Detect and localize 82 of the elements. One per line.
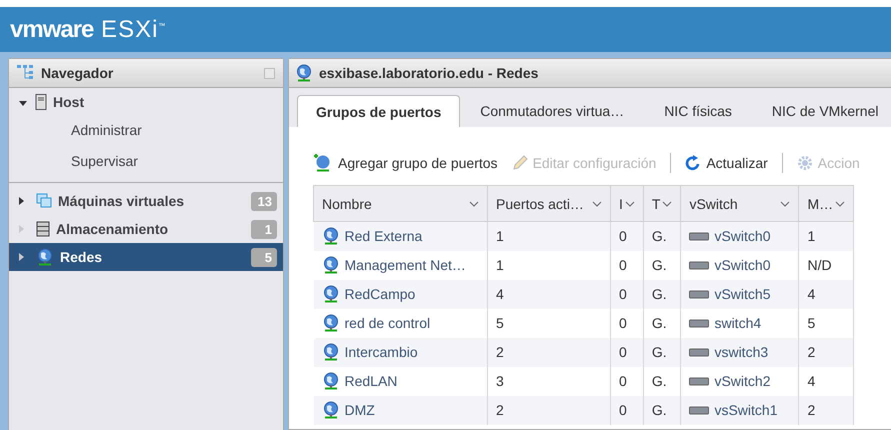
switch-icon [689, 232, 710, 241]
chevron-icon [780, 200, 790, 206]
network-icon [36, 248, 54, 266]
refresh-icon [685, 155, 702, 171]
network-icon [295, 64, 313, 82]
table-cell: G. [643, 396, 681, 424]
table-cell: RedCampo [314, 280, 488, 308]
network-icon [322, 372, 340, 390]
collapse-icon[interactable] [19, 100, 27, 106]
column-header[interactable]: T [643, 186, 681, 222]
table-cell: vswitch3 [680, 338, 799, 366]
server-icon [35, 94, 47, 110]
navigator-item[interactable]: Almacenamiento 1 [9, 215, 283, 243]
count-badge: 1 [251, 220, 277, 238]
count-badge: 13 [251, 192, 277, 210]
tab[interactable]: Grupos de puertos [297, 95, 460, 127]
tree-icon [17, 65, 35, 81]
column-header[interactable]: vSwitch [680, 186, 799, 222]
chevron-icon [835, 200, 846, 206]
table-cell: 2 [488, 338, 610, 366]
table-cell: 2 [798, 396, 854, 424]
switch-icon [689, 318, 710, 328]
column-header[interactable]: M… [798, 186, 854, 222]
table-cell: 4 [798, 280, 854, 308]
navigator-label: Máquinas virtuales [58, 193, 184, 209]
chevron-icon [662, 200, 672, 206]
network-icon [322, 285, 340, 303]
table-cell: Intercambio [314, 338, 488, 366]
table-cell: 2 [798, 338, 854, 366]
navigator-item[interactable]: Redes 5 [9, 243, 283, 271]
table-cell: vsSwitch1 [680, 396, 799, 424]
tab[interactable]: Conmutadores virtua… [460, 95, 644, 127]
tab[interactable]: NIC de VMkernel [752, 95, 891, 127]
table-cell: 1 [488, 222, 610, 250]
tab[interactable]: NIC físicas [644, 95, 752, 127]
pencil-icon [512, 155, 528, 171]
navigator-subitem[interactable]: Administrar [9, 116, 283, 147]
network-icon [322, 401, 340, 419]
navigator-subitem[interactable]: Supervisar [9, 147, 283, 178]
network-icon [322, 343, 340, 361]
table-cell: DMZ [314, 396, 488, 424]
table-cell: 0 [610, 222, 644, 250]
table-cell: Red Externa [314, 222, 488, 250]
navigator-item[interactable]: Host [9, 88, 283, 116]
table-cell: 0 [610, 280, 644, 308]
switch-icon [689, 290, 710, 298]
table-cell: 2 [488, 396, 610, 424]
table-cell: 4 [488, 280, 610, 308]
gear-icon [796, 155, 813, 171]
brand-logo: vmware ESXi$^{™}$ [10, 16, 166, 44]
database-icon [36, 221, 50, 237]
count-badge: 5 [251, 248, 277, 266]
column-header[interactable]: Puertos acti… [488, 186, 610, 222]
chevron-icon [624, 200, 635, 206]
table-cell: 0 [610, 338, 644, 366]
switch-icon [689, 376, 710, 386]
navigator-item[interactable]: Máquinas virtuales 13 [9, 187, 283, 215]
table-cell: vSwitch5 [680, 280, 799, 308]
toolbar-button[interactable]: Actualizar [685, 155, 768, 171]
switch-icon [689, 406, 710, 414]
network-icon [322, 227, 340, 246]
toolbar-button[interactable]: Agregar grupo de puertos [313, 154, 498, 172]
panel-title: Navegador [41, 65, 114, 81]
table-cell: 1 [798, 222, 854, 250]
table-cell: G. [643, 280, 681, 308]
chevron-icon [469, 200, 479, 206]
table-cell: 0 [610, 396, 644, 424]
content-title: esxibase.laboratorio.edu - Redes [319, 65, 538, 81]
column-header[interactable]: I [610, 186, 644, 222]
switch-icon [689, 348, 710, 356]
table-cell: G. [643, 338, 681, 366]
network-icon [322, 256, 340, 274]
navigator-label: Host [53, 94, 84, 110]
table-cell: G. [643, 222, 681, 250]
network-icon [322, 314, 340, 332]
navigator-label: Redes [60, 249, 102, 265]
column-header[interactable]: Nombre [314, 186, 488, 222]
switch-icon [689, 260, 710, 270]
table-cell: vSwitch0 [680, 222, 799, 250]
navigator-label: Almacenamiento [56, 221, 168, 237]
chevron-icon [592, 200, 602, 206]
vm-icon [36, 193, 52, 209]
